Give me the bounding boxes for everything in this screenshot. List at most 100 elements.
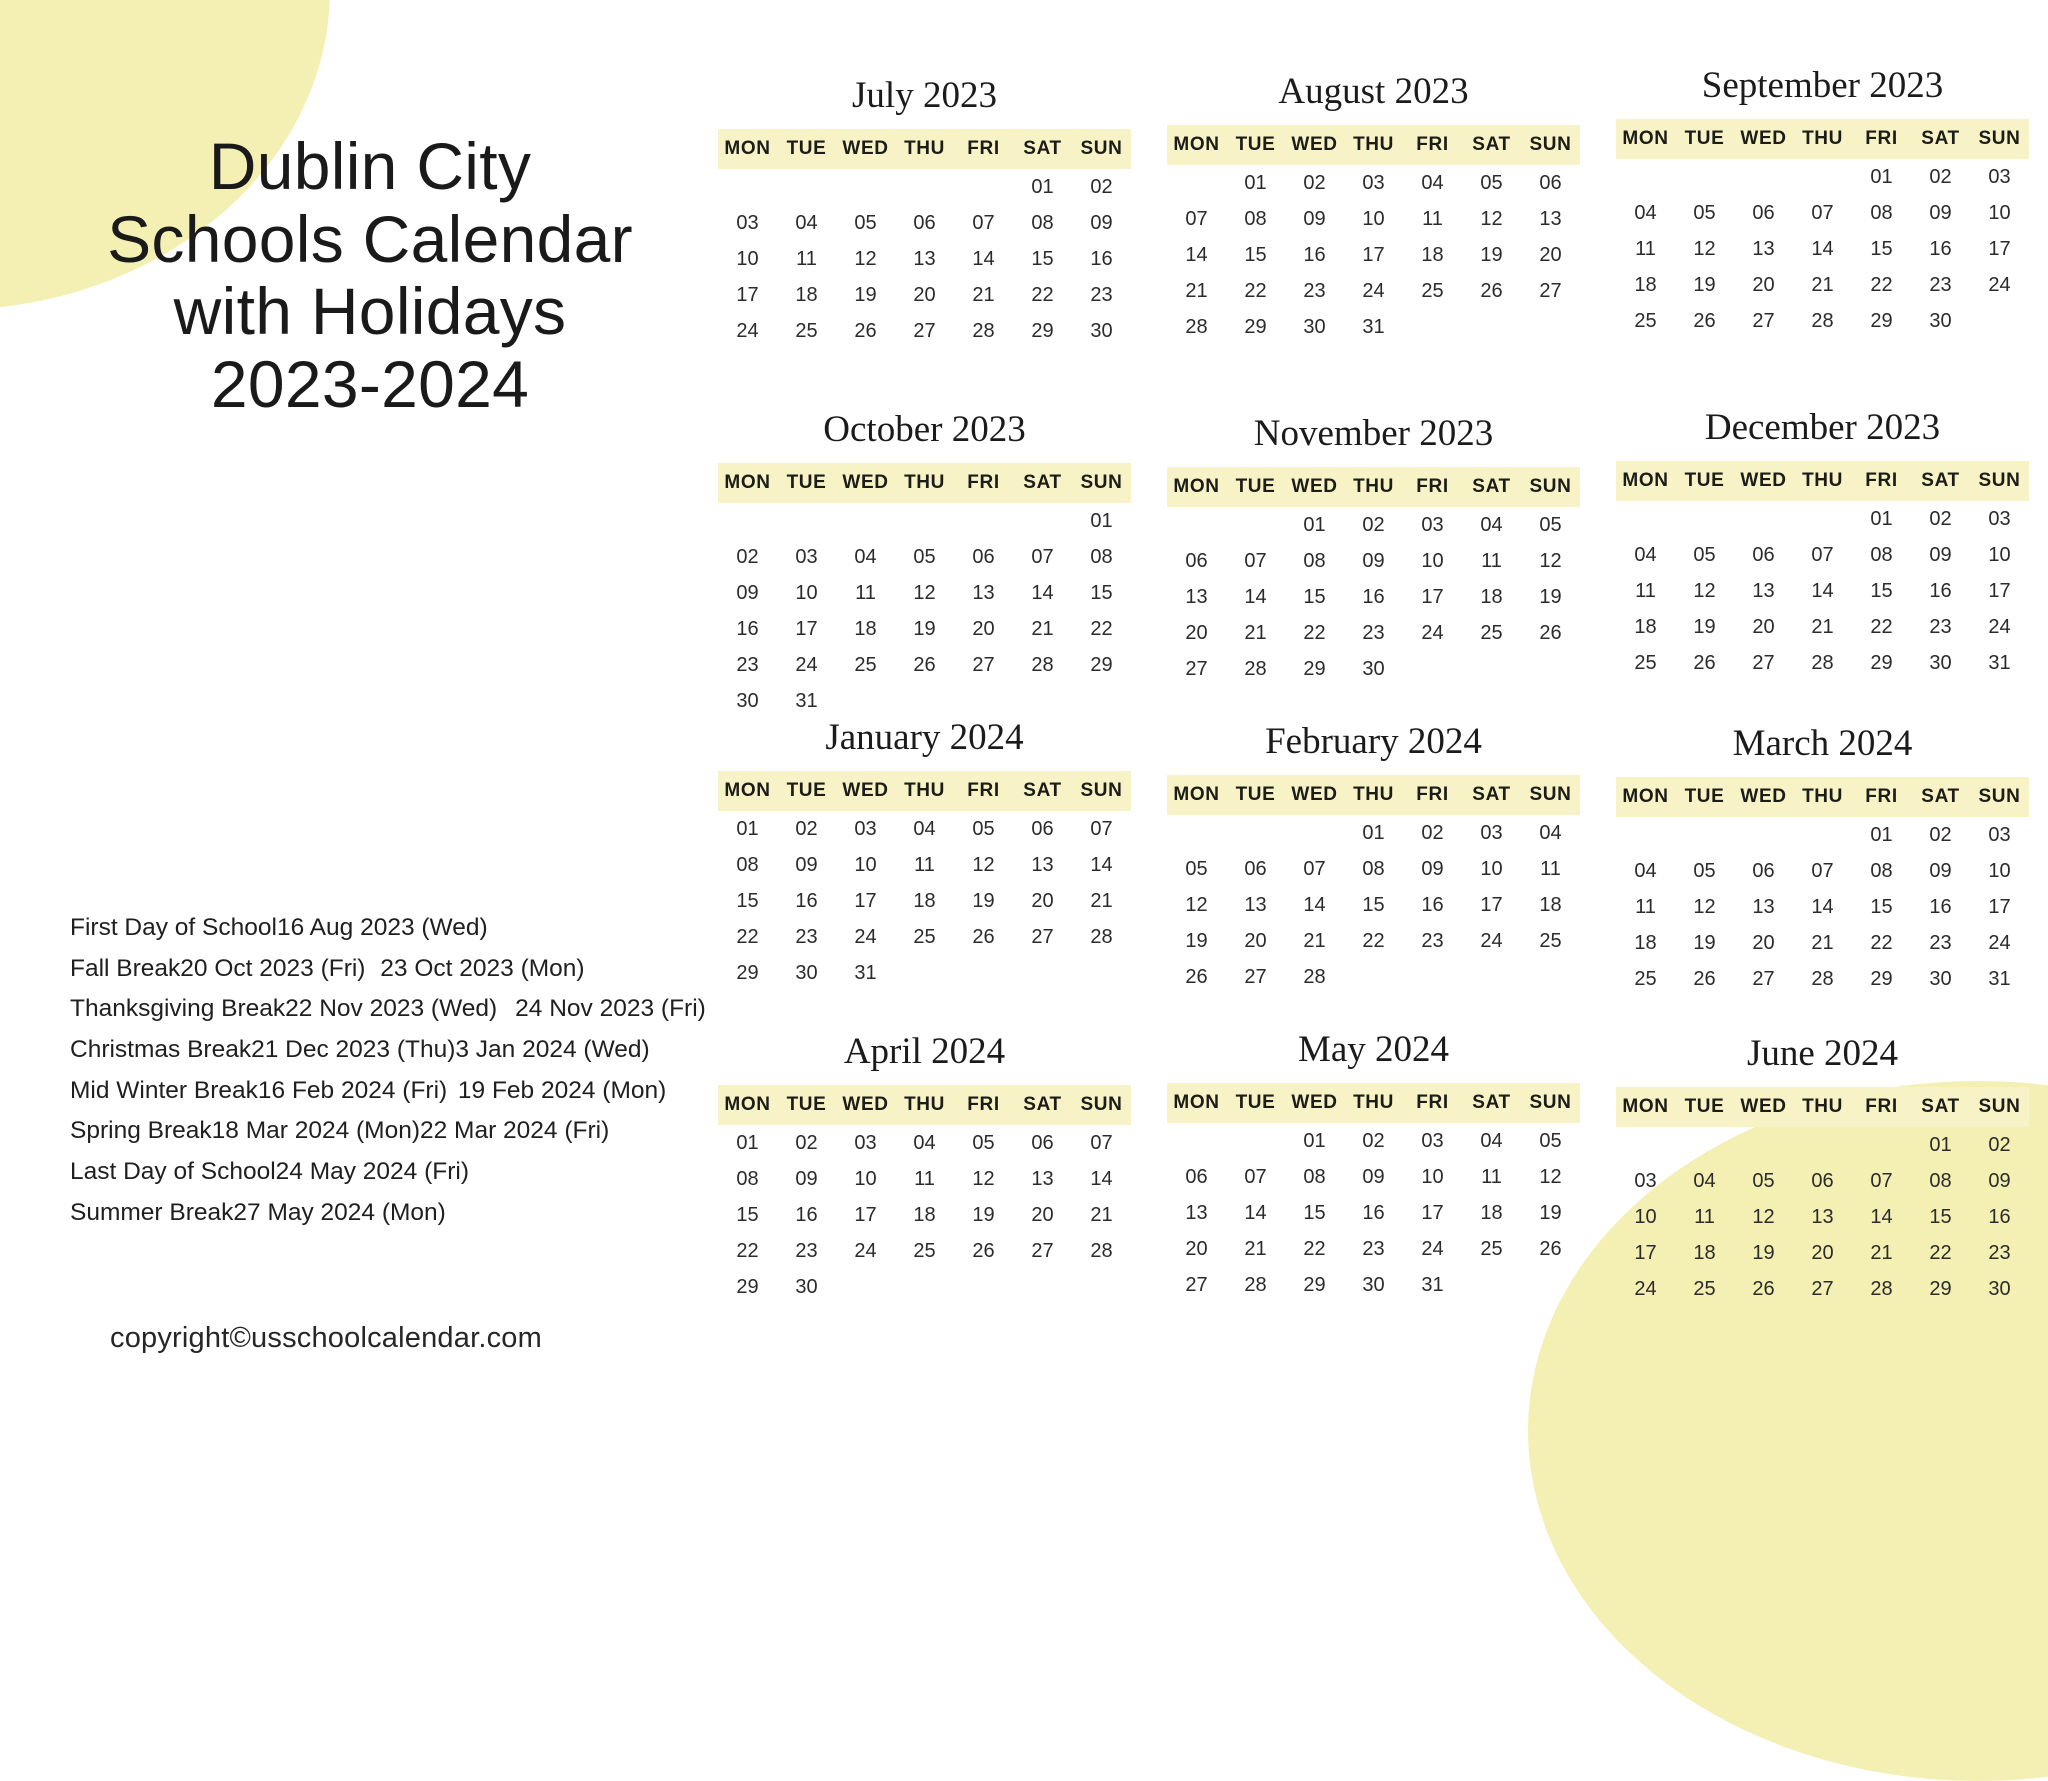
day-cell[interactable]: 27 [1013, 1233, 1072, 1269]
day-cell[interactable]: 24 [1462, 923, 1521, 959]
day-cell[interactable]: 16 [1403, 887, 1462, 923]
day-cell[interactable]: 02 [1403, 815, 1462, 851]
day-cell[interactable]: 28 [1072, 1233, 1131, 1269]
day-cell[interactable]: 17 [1616, 1235, 1675, 1271]
day-cell[interactable]: 16 [1911, 573, 1970, 609]
day-cell[interactable]: 24 [1970, 609, 2029, 645]
day-cell[interactable]: 08 [1344, 851, 1403, 887]
day-cell[interactable]: 26 [1462, 273, 1521, 309]
day-cell[interactable]: 21 [1226, 615, 1285, 651]
day-cell[interactable]: 21 [1167, 273, 1226, 309]
day-cell[interactable]: 10 [777, 575, 836, 611]
day-cell[interactable]: 27 [1793, 1271, 1852, 1307]
day-cell[interactable]: 01 [1344, 815, 1403, 851]
day-cell[interactable]: 21 [1072, 1197, 1131, 1233]
day-cell[interactable]: 11 [836, 575, 895, 611]
day-cell[interactable]: 01 [1852, 817, 1911, 853]
day-cell[interactable]: 31 [1970, 961, 2029, 997]
day-cell[interactable]: 15 [1285, 579, 1344, 615]
day-cell[interactable]: 09 [1344, 1159, 1403, 1195]
day-cell[interactable]: 26 [1675, 645, 1734, 681]
day-cell[interactable]: 06 [1734, 853, 1793, 889]
day-cell[interactable]: 18 [1403, 237, 1462, 273]
day-cell[interactable]: 13 [1013, 1161, 1072, 1197]
day-cell[interactable]: 29 [1852, 645, 1911, 681]
day-cell[interactable]: 20 [1167, 615, 1226, 651]
day-cell[interactable]: 02 [1344, 1123, 1403, 1159]
day-cell[interactable]: 31 [1970, 645, 2029, 681]
day-cell[interactable]: 30 [1072, 313, 1131, 349]
day-cell[interactable]: 14 [1072, 1161, 1131, 1197]
day-cell[interactable]: 02 [1911, 501, 1970, 537]
day-cell[interactable]: 07 [1793, 195, 1852, 231]
day-cell[interactable]: 28 [1167, 309, 1226, 345]
day-cell[interactable]: 04 [1521, 815, 1580, 851]
day-cell[interactable]: 14 [1793, 573, 1852, 609]
day-cell[interactable]: 22 [718, 919, 777, 955]
day-cell[interactable]: 23 [1344, 1231, 1403, 1267]
day-cell[interactable]: 24 [1970, 267, 2029, 303]
day-cell[interactable]: 21 [1285, 923, 1344, 959]
day-cell[interactable]: 23 [1911, 267, 1970, 303]
day-cell[interactable]: 26 [1675, 303, 1734, 339]
day-cell[interactable]: 17 [1344, 237, 1403, 273]
day-cell[interactable]: 19 [836, 277, 895, 313]
day-cell[interactable]: 07 [1167, 201, 1226, 237]
day-cell[interactable]: 14 [1226, 579, 1285, 615]
day-cell[interactable]: 12 [1521, 543, 1580, 579]
day-cell[interactable]: 18 [895, 883, 954, 919]
day-cell[interactable]: 26 [1734, 1271, 1793, 1307]
day-cell[interactable]: 24 [1616, 1271, 1675, 1307]
day-cell[interactable]: 09 [777, 847, 836, 883]
day-cell[interactable]: 12 [954, 847, 1013, 883]
day-cell[interactable]: 03 [1462, 815, 1521, 851]
day-cell[interactable]: 05 [1675, 195, 1734, 231]
day-cell[interactable]: 26 [895, 647, 954, 683]
day-cell[interactable]: 20 [1734, 925, 1793, 961]
day-cell[interactable]: 07 [954, 205, 1013, 241]
day-cell[interactable]: 23 [1911, 925, 1970, 961]
day-cell[interactable]: 14 [1226, 1195, 1285, 1231]
day-cell[interactable]: 23 [1970, 1235, 2029, 1271]
day-cell[interactable]: 28 [1072, 919, 1131, 955]
day-cell[interactable]: 25 [777, 313, 836, 349]
day-cell[interactable]: 20 [954, 611, 1013, 647]
day-cell[interactable]: 07 [1285, 851, 1344, 887]
day-cell[interactable]: 01 [1852, 501, 1911, 537]
day-cell[interactable]: 30 [1970, 1271, 2029, 1307]
day-cell[interactable]: 29 [1013, 313, 1072, 349]
day-cell[interactable]: 11 [1675, 1199, 1734, 1235]
day-cell[interactable]: 22 [1852, 925, 1911, 961]
day-cell[interactable]: 23 [777, 1233, 836, 1269]
day-cell[interactable]: 10 [1403, 543, 1462, 579]
day-cell[interactable]: 02 [777, 1125, 836, 1161]
day-cell[interactable]: 31 [777, 683, 836, 719]
day-cell[interactable]: 19 [1675, 609, 1734, 645]
day-cell[interactable]: 15 [1285, 1195, 1344, 1231]
day-cell[interactable]: 17 [1462, 887, 1521, 923]
day-cell[interactable]: 04 [1675, 1163, 1734, 1199]
day-cell[interactable]: 09 [1403, 851, 1462, 887]
day-cell[interactable]: 22 [1344, 923, 1403, 959]
day-cell[interactable]: 06 [1793, 1163, 1852, 1199]
day-cell[interactable]: 21 [1793, 925, 1852, 961]
day-cell[interactable]: 15 [1852, 573, 1911, 609]
day-cell[interactable]: 20 [1013, 883, 1072, 919]
day-cell[interactable]: 19 [1521, 1195, 1580, 1231]
day-cell[interactable]: 09 [1911, 195, 1970, 231]
day-cell[interactable]: 03 [1970, 817, 2029, 853]
day-cell[interactable]: 14 [1852, 1199, 1911, 1235]
day-cell[interactable]: 26 [954, 919, 1013, 955]
day-cell[interactable]: 11 [895, 847, 954, 883]
day-cell[interactable]: 07 [1013, 539, 1072, 575]
day-cell[interactable]: 10 [1970, 537, 2029, 573]
day-cell[interactable]: 25 [1616, 961, 1675, 997]
day-cell[interactable]: 02 [1911, 159, 1970, 195]
day-cell[interactable]: 04 [1462, 1123, 1521, 1159]
day-cell[interactable]: 18 [1462, 1195, 1521, 1231]
day-cell[interactable]: 02 [1970, 1127, 2029, 1163]
day-cell[interactable]: 15 [718, 1197, 777, 1233]
day-cell[interactable]: 19 [1462, 237, 1521, 273]
day-cell[interactable]: 02 [1344, 507, 1403, 543]
day-cell[interactable]: 16 [777, 1197, 836, 1233]
